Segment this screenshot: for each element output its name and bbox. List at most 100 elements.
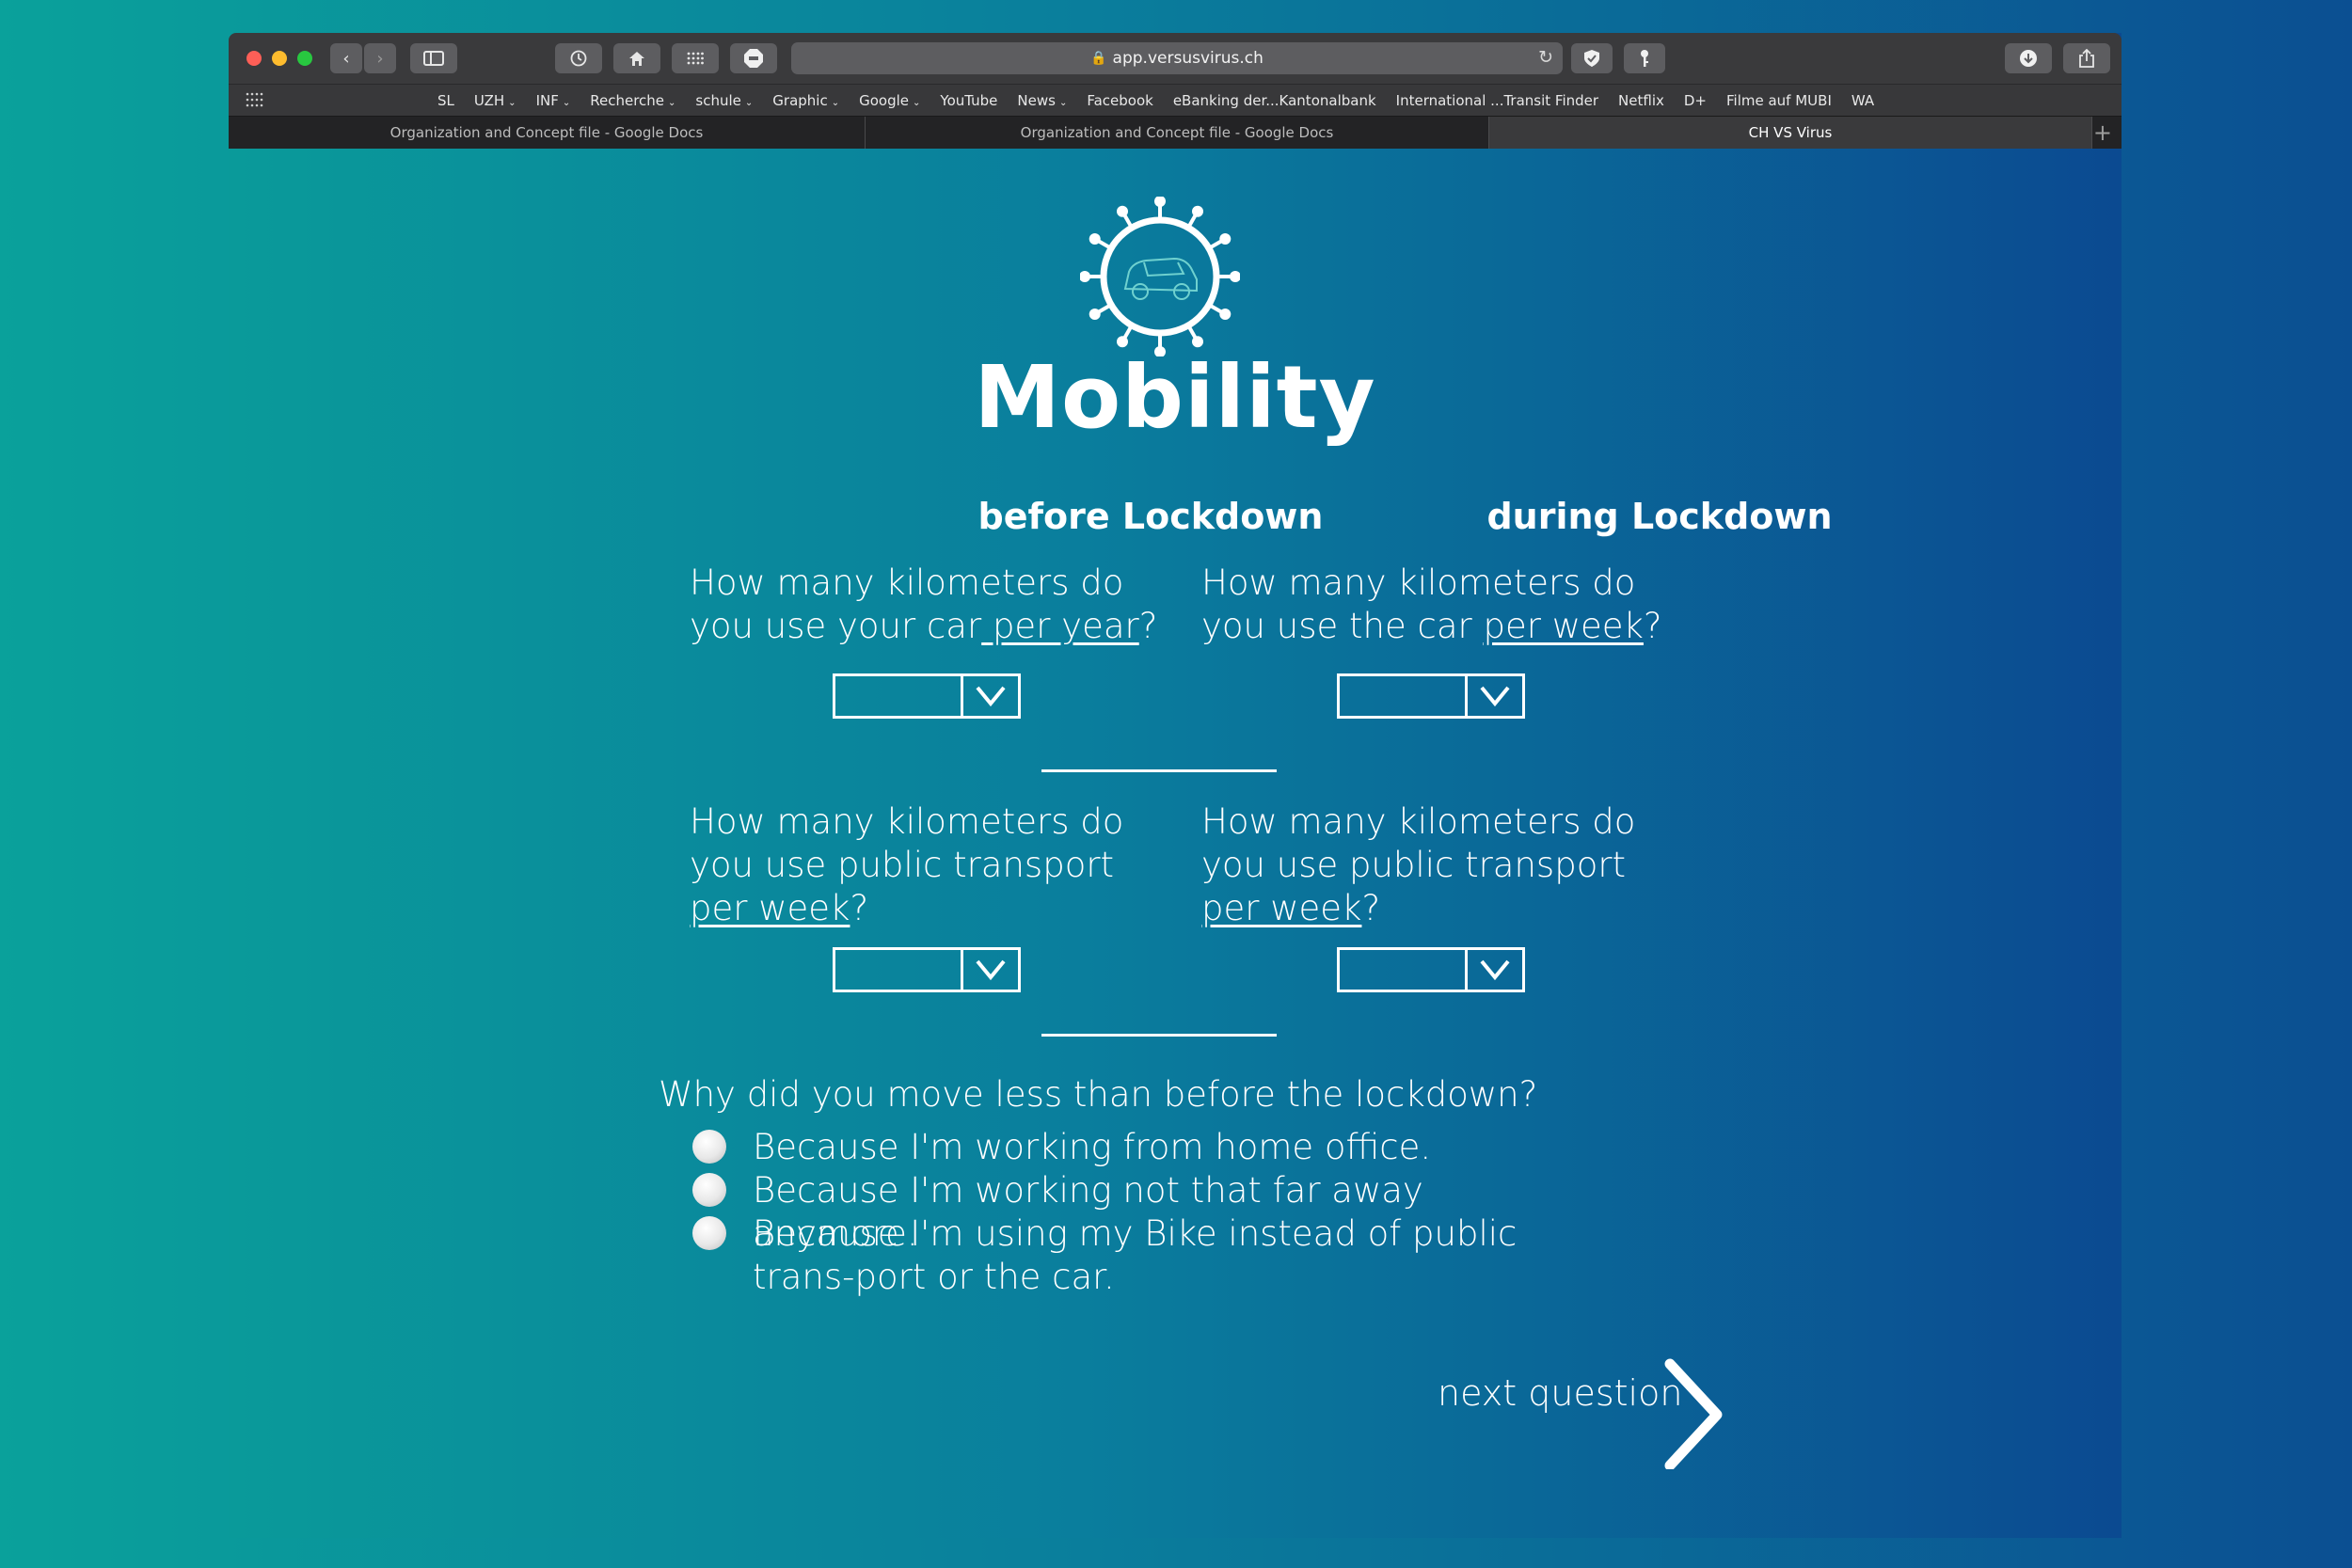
before-lockdown-heading: before Lockdown [977, 496, 1324, 537]
reload-icon[interactable]: ↻ [1538, 47, 1553, 68]
car-before-dropdown[interactable] [833, 673, 1021, 719]
bookmark-item[interactable]: INF ⌄ [536, 92, 571, 109]
bookmark-label: Recherche [590, 92, 665, 109]
home-icon [629, 51, 644, 66]
downloads-button[interactable] [2005, 43, 2052, 73]
shield-icon [1584, 50, 1599, 67]
bookmark-item[interactable]: Facebook [1087, 92, 1152, 109]
chevron-right-icon: › [376, 48, 384, 69]
dropdown-toggle[interactable] [961, 950, 1018, 990]
bookmark-item[interactable]: YouTube [940, 92, 997, 109]
bookmark-item[interactable]: Netflix [1618, 92, 1664, 109]
chevron-left-icon: ‹ [342, 48, 350, 69]
bookmark-item[interactable]: Graphic ⌄ [772, 92, 839, 109]
bookmark-item[interactable]: Recherche ⌄ [590, 92, 675, 109]
question-mark: ? [1138, 606, 1158, 646]
bookmark-item[interactable]: WA [1851, 92, 1874, 109]
chevron-down-icon [1480, 686, 1510, 707]
privacy-shield-button[interactable] [1571, 43, 1613, 73]
question-unit: per week [690, 888, 850, 928]
option-label: Because I'm using my Bike instead of pub… [753, 1213, 1518, 1297]
bookmark-item[interactable]: D+ [1684, 92, 1707, 109]
back-button[interactable]: ‹ [330, 43, 362, 73]
chevron-down-icon: ⌄ [831, 98, 840, 108]
sidebar-toggle-button[interactable] [410, 43, 457, 73]
question-unit: per week [1483, 606, 1644, 646]
chevron-down-icon [1480, 959, 1510, 981]
adblock-icon [744, 49, 763, 68]
question-transport-before: How many kilometers do you use public tr… [690, 800, 1160, 930]
radio-button[interactable] [692, 1130, 726, 1164]
bookmark-label: D+ [1683, 92, 1707, 109]
bookmark-label: YouTube [940, 92, 998, 109]
chevron-down-icon: ⌄ [1058, 98, 1068, 108]
bookmark-label: schule [695, 92, 741, 109]
transport-during-dropdown[interactable] [1337, 947, 1525, 992]
bookmark-label: UZH [473, 92, 505, 109]
section-divider [1041, 1034, 1277, 1037]
question-car-before: How many kilometers do you use your car … [690, 562, 1160, 648]
close-window-button[interactable] [246, 51, 262, 66]
bookmark-item[interactable]: UZH ⌄ [474, 92, 516, 109]
browser-toolbar: ‹ › 🔒 app.versusvirus.ch ↻ [229, 33, 2122, 84]
url-text: app.versusvirus.ch [1112, 49, 1263, 68]
bookmark-item[interactable]: SL [437, 92, 454, 109]
question-text: How many kilometers do you use public tr… [690, 801, 1124, 885]
transport-before-dropdown[interactable] [833, 947, 1021, 992]
key-icon [1641, 50, 1648, 67]
question-car-during: How many kilometers do you use the car p… [1201, 562, 1672, 648]
minimize-window-button[interactable] [272, 51, 287, 66]
dropdown-toggle[interactable] [1465, 676, 1522, 716]
reason-option-home-office[interactable]: Because I'm working from home office. [692, 1126, 1599, 1169]
passwords-button[interactable] [1624, 43, 1665, 73]
bookmark-label: eBanking der...Kantonalbank [1172, 92, 1376, 109]
clock-icon [570, 50, 587, 67]
chevron-down-icon [976, 686, 1006, 707]
bookmark-label: Google [859, 92, 910, 109]
car-during-dropdown[interactable] [1337, 673, 1525, 719]
bookmark-label: INF [535, 92, 559, 109]
reason-option-bike[interactable]: Because I'm using my Bike instead of pub… [692, 1212, 1581, 1299]
tab-ch-vs-virus[interactable]: CH VS Virus [1489, 117, 2092, 149]
adblock-button[interactable] [730, 43, 777, 73]
bookmark-label: Filme auf MUBI [1726, 92, 1832, 109]
bookmark-label: Facebook [1087, 92, 1153, 109]
radio-button[interactable] [692, 1216, 726, 1250]
question-unit: per week [1201, 888, 1362, 928]
home-button[interactable] [613, 43, 660, 73]
page-title: Mobility [974, 347, 1376, 448]
forward-button[interactable]: › [364, 43, 396, 73]
sidebar-icon [423, 51, 444, 66]
chevron-down-icon: ⌄ [562, 98, 571, 108]
share-icon [2079, 49, 2094, 68]
bookmark-item[interactable]: News ⌄ [1017, 92, 1067, 109]
chevron-down-icon: ⌄ [913, 98, 921, 108]
next-question-link[interactable]: next question [1438, 1372, 1682, 1414]
bookmark-list: SL UZH ⌄ INF ⌄ Recherche ⌄ schule ⌄ Graphic ⌄ Googl… [437, 85, 1894, 117]
bookmark-item[interactable]: schule ⌄ [695, 92, 753, 109]
bookmark-item[interactable]: International ...Transit Finder [1396, 92, 1598, 109]
question-transport-during: How many kilometers do you use public tr… [1201, 800, 1672, 930]
during-lockdown-heading: during Lockdown [1486, 496, 1833, 537]
browser-window: ‹ › 🔒 app.versusvirus.ch ↻ SL UZH ⌄ INF … [229, 33, 2122, 1538]
option-label: Because I'm working from home office. [753, 1127, 1432, 1167]
bookmark-item[interactable]: Google ⌄ [859, 92, 920, 109]
apps-button[interactable] [672, 43, 719, 73]
dropdown-toggle[interactable] [1465, 950, 1522, 990]
dropdown-toggle[interactable] [961, 676, 1018, 716]
zoom-window-button[interactable] [297, 51, 312, 66]
history-button[interactable] [555, 43, 602, 73]
section-divider [1041, 769, 1277, 772]
grid-icon[interactable] [246, 92, 264, 111]
virus-car-logo [1080, 197, 1240, 356]
tab-google-docs-2[interactable]: Organization and Concept file - Google D… [866, 117, 1489, 149]
bookmark-item[interactable]: Filme auf MUBI [1726, 92, 1832, 109]
new-tab-button[interactable]: + [2092, 117, 2122, 149]
address-bar[interactable]: 🔒 app.versusvirus.ch ↻ [791, 42, 1563, 74]
tab-google-docs-1[interactable]: Organization and Concept file - Google D… [229, 117, 866, 149]
radio-button[interactable] [692, 1173, 726, 1207]
chevron-right-icon[interactable] [1659, 1356, 1734, 1469]
share-button[interactable] [2063, 43, 2110, 73]
question-unit: per year [981, 606, 1139, 646]
bookmark-item[interactable]: eBanking der...Kantonalbank [1173, 92, 1376, 109]
